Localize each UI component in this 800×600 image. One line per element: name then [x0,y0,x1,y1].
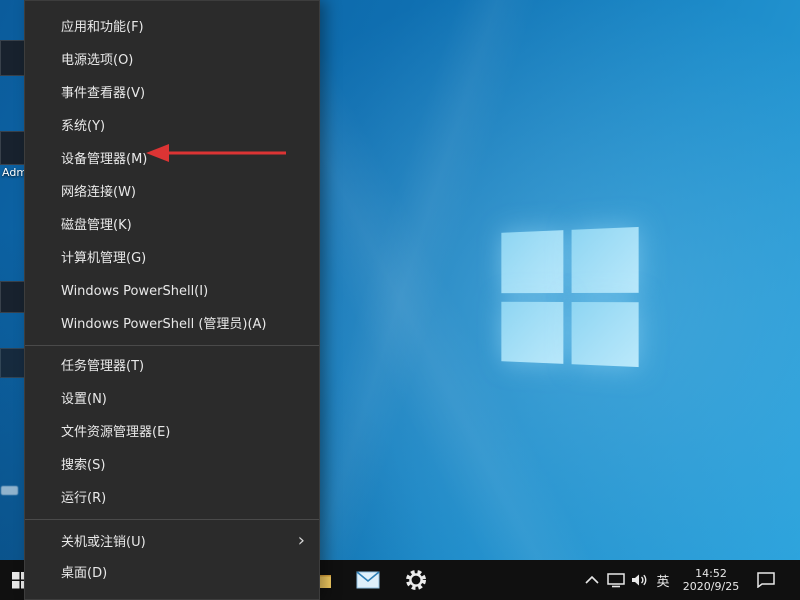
menu-item-event-viewer[interactable]: 事件查看器(V) [25,77,319,110]
network-tray-button[interactable] [604,560,628,600]
menu-item-label: 关机或注销(U) [61,531,146,550]
menu-separator [25,519,319,520]
menu-item-device-manager[interactable]: 设备管理器(M) [25,143,319,176]
menu-item-file-explorer[interactable]: 文件资源管理器(E) [25,416,319,449]
menu-item-windows-powershell[interactable]: Windows PowerShell(I) [25,275,319,308]
menu-item-network-connections[interactable]: 网络连接(W) [25,176,319,209]
logo-pane [501,230,563,293]
volume-tray-button[interactable] [628,560,652,600]
menu-item-apps-and-features[interactable]: 应用和功能(F) [25,11,319,44]
menu-item-power-options[interactable]: 电源选项(O) [25,44,319,77]
menu-item-disk-management[interactable]: 磁盘管理(K) [25,209,319,242]
logo-pane [571,227,639,293]
desktop-icon-label-partial [1,486,18,495]
menu-item-settings[interactable]: 设置(N) [25,383,319,416]
settings-taskbar-button[interactable] [396,560,436,600]
mail-icon [356,571,380,589]
menu-item-run[interactable]: 运行(R) [25,482,319,515]
gear-icon [404,568,428,592]
menu-item-shutdown-or-signout[interactable]: 关机或注销(U) › [25,524,319,557]
chevron-up-icon [584,574,600,586]
tray-expand-button[interactable] [580,560,604,600]
submenu-chevron-icon: › [298,530,305,551]
clock-date: 2020/9/25 [683,580,739,593]
menu-item-desktop[interactable]: 桌面(D) [25,557,319,590]
ime-indicator[interactable]: 英 [652,560,674,600]
logo-pane [501,301,563,364]
mail-taskbar-button[interactable] [348,560,388,600]
desktop: Adm 应用和功能(F) 电源选项(O) 事件查看器(V) 系统(Y) 设备管理… [0,0,800,600]
windows-logo [501,227,638,367]
menu-item-task-manager[interactable]: 任务管理器(T) [25,350,319,383]
menu-item-system[interactable]: 系统(Y) [25,110,319,143]
clock-time: 14:52 [695,567,727,580]
quick-access-menu: 应用和功能(F) 电源选项(O) 事件查看器(V) 系统(Y) 设备管理器(M)… [24,0,320,600]
network-icon [607,573,625,588]
menu-item-computer-management[interactable]: 计算机管理(G) [25,242,319,275]
action-center-button[interactable] [752,560,780,600]
menu-item-search[interactable]: 搜索(S) [25,449,319,482]
logo-pane [571,302,639,368]
notification-icon [756,572,776,588]
menu-item-windows-powershell-admin[interactable]: Windows PowerShell (管理员)(A) [25,308,319,341]
menu-separator [25,345,319,346]
taskbar-clock[interactable]: 14:52 2020/9/25 [680,560,742,600]
speaker-icon [631,573,649,587]
